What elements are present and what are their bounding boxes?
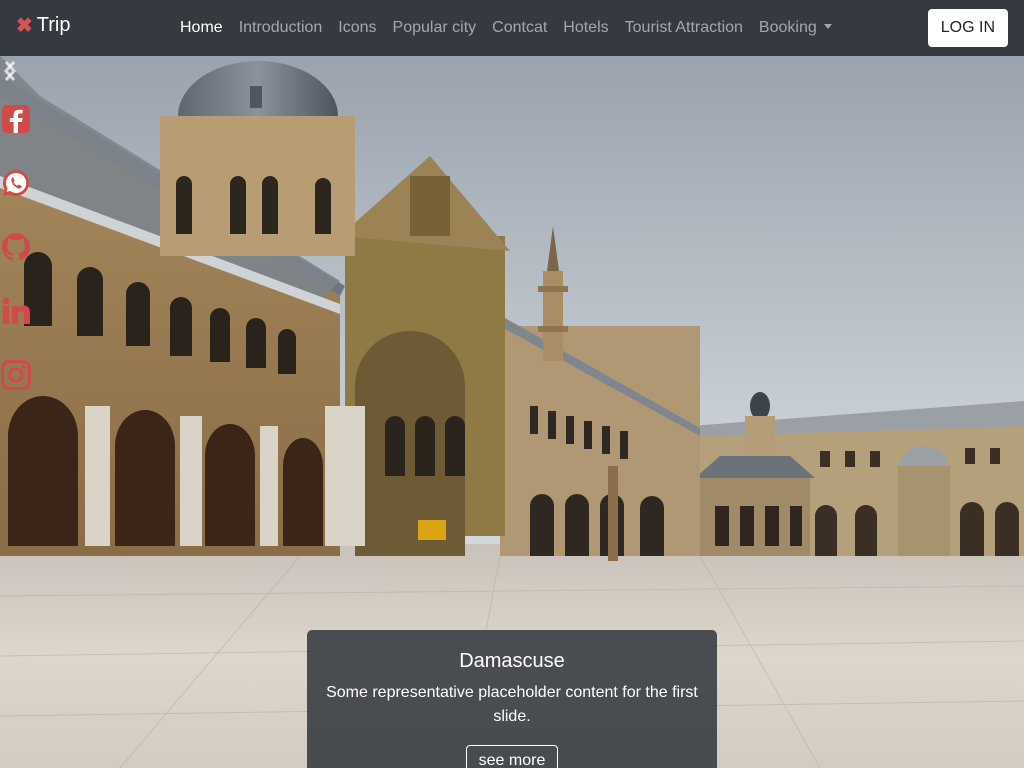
hero-carousel: Damascuse Some representative placeholde… <box>0 56 1024 768</box>
slide-title: Damascuse <box>459 650 565 672</box>
navbar: ✖ Trip Home Introduction Icons Popular c… <box>0 0 1024 56</box>
caret-down-icon <box>823 24 832 29</box>
carousel-next-icon[interactable] <box>0 56 20 86</box>
nav-link-tourist-attraction[interactable]: Tourist Attraction <box>617 19 751 37</box>
nav-link-hotels[interactable]: Hotels <box>555 19 616 37</box>
login-button[interactable]: LOG IN <box>927 9 1008 47</box>
nav-link-icons[interactable]: Icons <box>330 19 384 37</box>
github-icon[interactable] <box>0 231 32 263</box>
instagram-icon[interactable] <box>0 359 32 391</box>
slide-text: Some representative placeholder content … <box>326 684 698 725</box>
nav-link-home[interactable]: Home <box>172 19 231 37</box>
linkedin-icon[interactable] <box>0 295 32 327</box>
carousel-caption: Damascuse Some representative placeholde… <box>307 630 717 768</box>
brand-link[interactable]: ✖ Trip <box>16 14 70 37</box>
brand-label: Trip <box>36 14 71 36</box>
nav-link-contact[interactable]: Contcat <box>484 19 555 37</box>
facebook-icon[interactable] <box>0 103 32 135</box>
main-nav: Home Introduction Icons Popular city Con… <box>172 0 840 56</box>
x-mark-icon: ✖ <box>16 14 33 37</box>
nav-link-introduction[interactable]: Introduction <box>231 19 331 37</box>
nav-dropdown-booking[interactable]: Booking <box>751 19 840 37</box>
booking-label: Booking <box>758 19 817 36</box>
whatsapp-icon[interactable] <box>0 167 32 199</box>
nav-link-popular-city[interactable]: Popular city <box>385 19 485 37</box>
see-more-button[interactable]: see more <box>465 745 559 768</box>
